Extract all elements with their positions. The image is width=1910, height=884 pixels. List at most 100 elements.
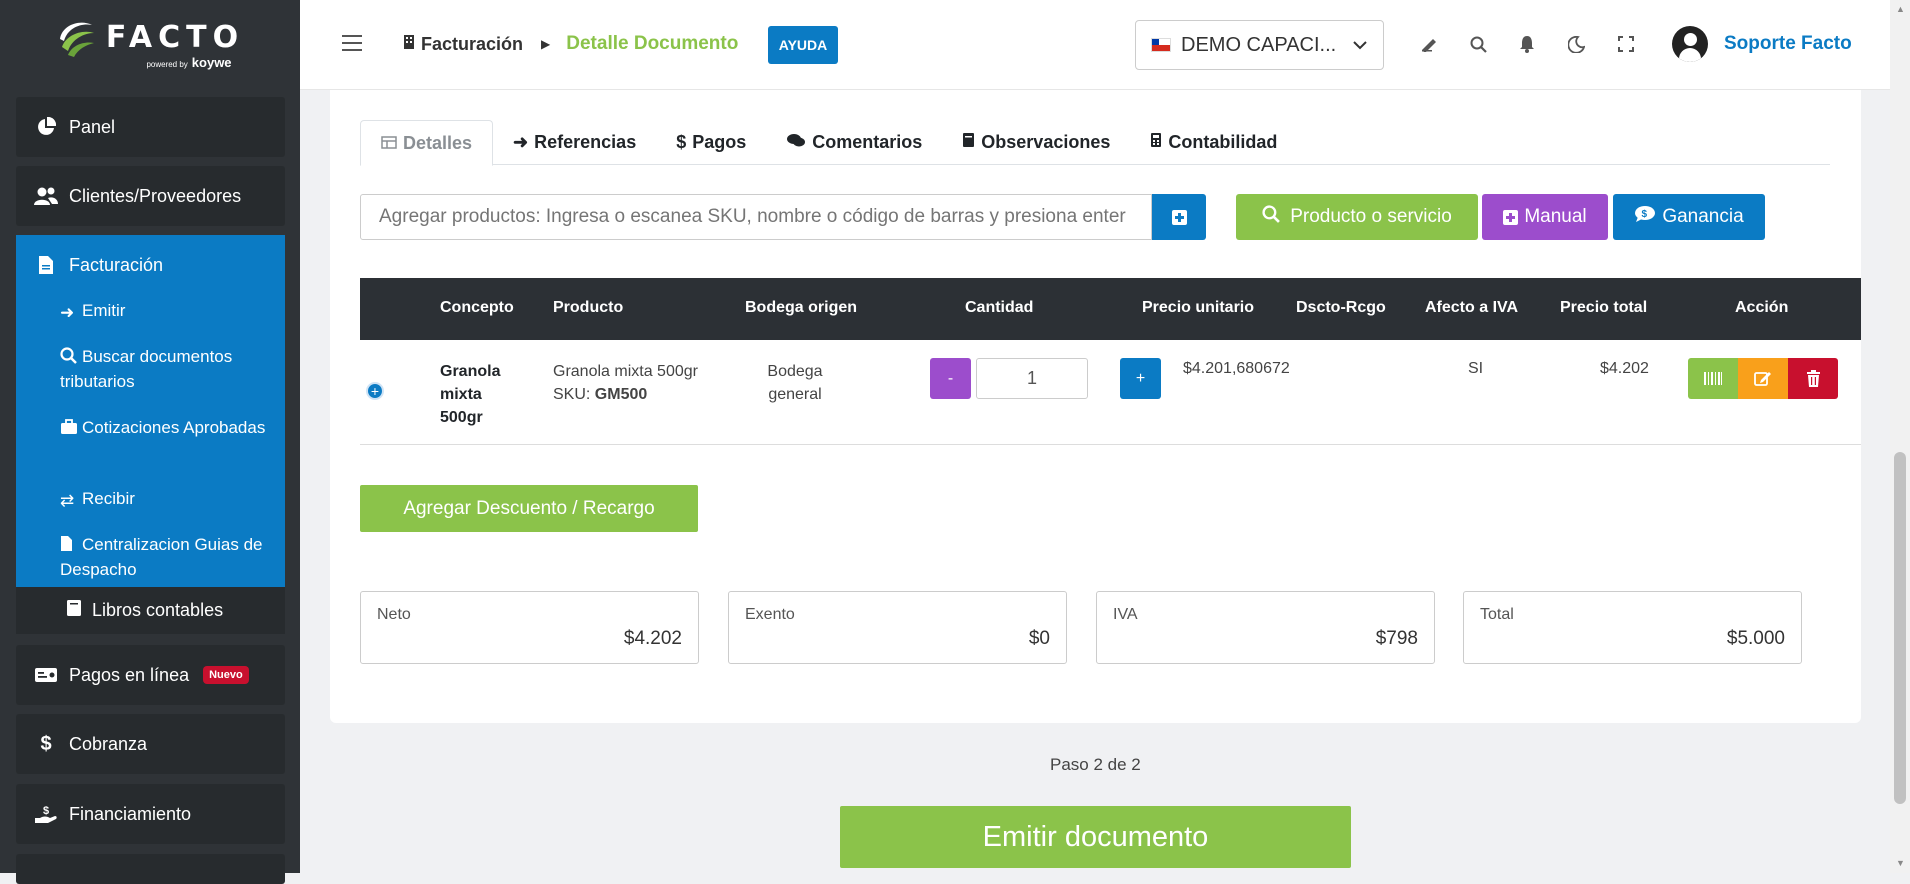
sidebar-item-label: Clientes/Proveedores bbox=[69, 185, 242, 206]
sidebar-item-pagos-en-linea[interactable]: Pagos en línea Nuevo bbox=[16, 645, 285, 705]
users-icon bbox=[31, 185, 61, 207]
sidebar-item-libros-contables[interactable]: Libros contables bbox=[16, 587, 285, 634]
cell-afecto-iva: SI bbox=[1468, 360, 1484, 377]
total-neto: Neto $4.202 bbox=[360, 591, 699, 664]
tab-comentarios[interactable]: Comentarios bbox=[766, 120, 942, 165]
sidebar-item-label: Pagos en línea bbox=[69, 664, 190, 685]
sign-in-icon: ➜ bbox=[513, 132, 529, 152]
neto-value: $4.202 bbox=[623, 628, 682, 649]
tab-contabilidad[interactable]: Contabilidad bbox=[1130, 120, 1297, 165]
sign-in-icon: ➜ bbox=[60, 303, 75, 322]
sidebar-item-label: Panel bbox=[69, 116, 116, 137]
help-button[interactable]: AYUDA bbox=[768, 26, 838, 64]
cell-precio-unitario: $4.201,680672 bbox=[1183, 360, 1290, 377]
table-row: + Granola mixta 500gr Granola mixta 500g… bbox=[360, 340, 1861, 445]
table-header: Concepto Producto Bodega origen Cantidad… bbox=[360, 278, 1861, 340]
sidebar-subitem-emitir[interactable]: ➜ Emitir bbox=[60, 299, 270, 324]
sidebar-item-financiamiento[interactable]: $ Financiamiento bbox=[16, 784, 285, 844]
shuffle-icon: ⇄ bbox=[60, 491, 75, 510]
sidebar-item-facturacion[interactable]: Facturación bbox=[16, 235, 163, 295]
scrollbar[interactable]: ▲ ▼ bbox=[1890, 0, 1910, 873]
tab-referencias[interactable]: ➜ Referencias bbox=[493, 120, 656, 165]
user-name[interactable]: Soporte Facto bbox=[1724, 33, 1852, 55]
col-precio-total: Precio total bbox=[1560, 299, 1648, 316]
money-comment-icon: $ bbox=[1634, 205, 1656, 229]
col-bodega: Bodega origen bbox=[745, 299, 858, 316]
col-afecto-iva: Afecto a IVA bbox=[1425, 299, 1519, 316]
sidebar-item-label: Financiamiento bbox=[69, 803, 192, 824]
caret-right-icon: ▶ bbox=[541, 37, 551, 51]
sidebar-item-label: Facturación bbox=[69, 254, 164, 275]
cell-precio-total: $4.202 bbox=[1600, 360, 1649, 377]
logo[interactable]: FACTO powered by koywe bbox=[0, 0, 300, 86]
total-exento: Exento $0 bbox=[728, 591, 1067, 664]
moon-icon[interactable] bbox=[1566, 34, 1586, 54]
emit-document-button[interactable]: Emitir documento bbox=[840, 806, 1351, 868]
cell-concepto: Granola mixta 500gr bbox=[440, 363, 501, 426]
plus-square-icon bbox=[1171, 209, 1187, 225]
add-product-button[interactable] bbox=[1152, 194, 1206, 240]
cell-bodega: Bodega general bbox=[767, 363, 823, 403]
sidebar-item-cobranza[interactable]: $ Cobranza bbox=[16, 714, 285, 774]
hamburger-menu-icon[interactable] bbox=[342, 35, 362, 51]
book-icon bbox=[66, 599, 82, 622]
comments-icon bbox=[786, 132, 806, 153]
increase-quantity-button[interactable]: + bbox=[1120, 358, 1161, 399]
col-cantidad: Cantidad bbox=[965, 299, 1034, 316]
bell-icon[interactable] bbox=[1517, 34, 1537, 54]
plus-square-icon bbox=[1503, 209, 1519, 225]
sidebar: FACTO powered by koywe Panel Clientes/Pro… bbox=[0, 0, 300, 884]
hand-money-icon: $ bbox=[31, 803, 61, 825]
fullscreen-icon[interactable] bbox=[1616, 34, 1636, 54]
edit-icon bbox=[1754, 372, 1771, 386]
dollar-icon: $ bbox=[676, 132, 687, 152]
add-discount-button[interactable]: Agregar Descuento / Recargo bbox=[360, 485, 698, 532]
company-selector[interactable]: DEMO CAPACI... bbox=[1135, 20, 1384, 70]
edit-button[interactable] bbox=[1738, 358, 1788, 399]
search-icon[interactable] bbox=[1468, 34, 1488, 54]
scroll-down-icon[interactable]: ▼ bbox=[1896, 858, 1905, 868]
col-concepto: Concepto bbox=[440, 299, 514, 316]
iva-value: $798 bbox=[1375, 628, 1418, 649]
quantity-input[interactable] bbox=[976, 358, 1088, 399]
expand-row-icon[interactable]: + bbox=[366, 382, 384, 400]
file-icon bbox=[60, 535, 82, 558]
barcode-icon bbox=[1704, 372, 1722, 385]
decrease-quantity-button[interactable]: - bbox=[930, 358, 971, 399]
sidebar-item-more[interactable] bbox=[16, 854, 285, 884]
sidebar-group-facturacion: Facturación ➜ Emitir Buscar documentos tr… bbox=[16, 235, 285, 587]
tab-bar: Detalles ➜ Referencias $ Pagos Comentarios… bbox=[360, 120, 1830, 166]
breadcrumb-parent[interactable]: Facturación bbox=[421, 34, 523, 55]
sidebar-subitem-recibir[interactable]: ⇄ Recibir bbox=[60, 487, 270, 512]
dollar-icon: $ bbox=[40, 732, 52, 755]
chile-flag-icon bbox=[1151, 38, 1171, 52]
tab-detalles[interactable]: Detalles bbox=[360, 120, 494, 166]
svg-text:$: $ bbox=[1642, 209, 1648, 220]
sidebar-subitem-cotizaciones[interactable]: Cotizaciones Aprobadas bbox=[60, 416, 270, 441]
calculator-icon bbox=[1150, 132, 1162, 153]
avatar[interactable] bbox=[1672, 26, 1708, 62]
sidebar-item-label: Cobranza bbox=[69, 733, 148, 754]
delete-button[interactable] bbox=[1788, 358, 1838, 399]
tab-observaciones[interactable]: Observaciones bbox=[942, 120, 1130, 165]
col-producto: Producto bbox=[553, 299, 624, 316]
tab-pagos[interactable]: $ Pagos bbox=[656, 120, 766, 165]
sidebar-subitem-centralizacion[interactable]: Centralizacion Guias de Despacho bbox=[60, 533, 270, 581]
product-search-input[interactable] bbox=[360, 194, 1152, 240]
building-icon bbox=[403, 34, 415, 55]
chevron-down-icon bbox=[1353, 37, 1367, 53]
gain-button[interactable]: $ Ganancia bbox=[1613, 194, 1765, 240]
signature-icon[interactable] bbox=[1420, 34, 1440, 54]
barcode-button[interactable] bbox=[1688, 358, 1738, 399]
sidebar-subitem-buscar[interactable]: Buscar documentos tributarios bbox=[60, 345, 270, 393]
sidebar-item-clientes[interactable]: Clientes/Proveedores bbox=[16, 166, 285, 226]
file-icon bbox=[31, 255, 61, 275]
scrollbar-thumb[interactable] bbox=[1894, 452, 1906, 804]
table-icon bbox=[381, 133, 397, 154]
product-service-button[interactable]: Producto o servicio bbox=[1236, 194, 1478, 240]
sidebar-item-panel[interactable]: Panel bbox=[16, 97, 285, 157]
exento-value: $0 bbox=[1028, 628, 1050, 649]
scroll-up-icon[interactable]: ▲ bbox=[1896, 4, 1905, 14]
manual-button[interactable]: Manual bbox=[1482, 194, 1608, 240]
new-badge: Nuevo bbox=[203, 666, 249, 684]
